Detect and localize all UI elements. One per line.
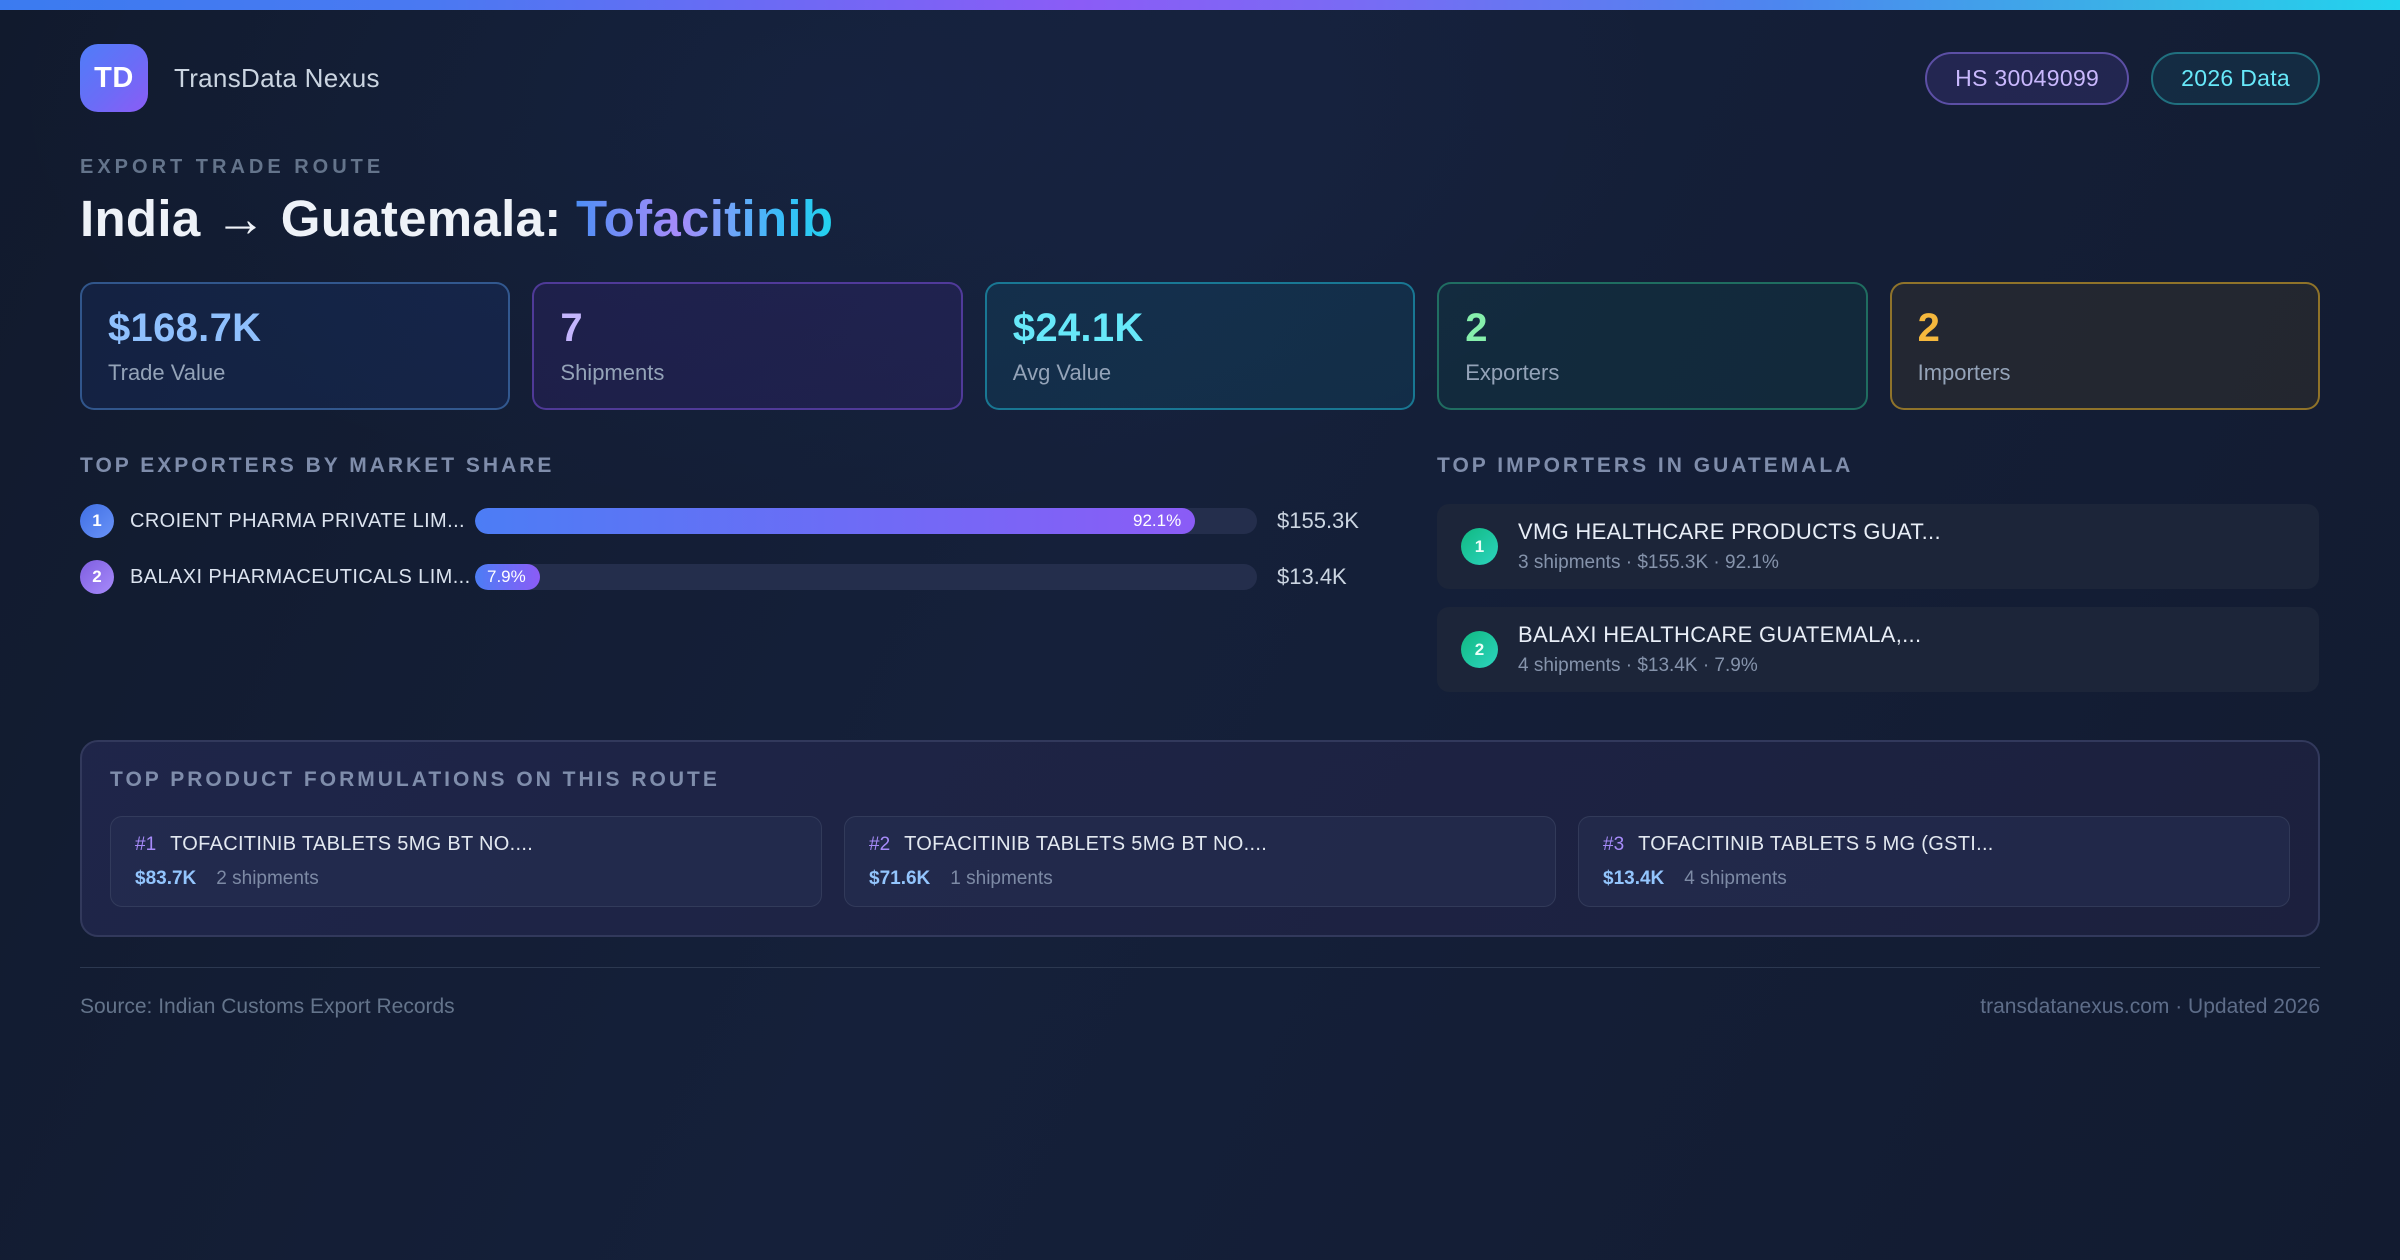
formulation-value: $13.4K — [1603, 868, 1665, 889]
importer-info: VMG HEALTHCARE PRODUCTS GUAT... 3 shipme… — [1518, 519, 1941, 574]
formulation-title-line: #1 TOFACITINIB TABLETS 5MG BT NO.... — [135, 833, 797, 856]
formulation-name: TOFACITINIB TABLETS 5MG BT NO.... — [904, 833, 1268, 855]
hs-code-badge[interactable]: HS 30049099 — [1925, 51, 2130, 105]
importers-section-title: TOP IMPORTERS IN GUATEMALA — [1437, 454, 1854, 477]
stat-value: $168.7K — [108, 306, 262, 350]
stat-value: 2 — [1917, 306, 1941, 350]
exporter-value: $13.4K — [1277, 564, 1347, 589]
market-share-bar-track: 7.9% — [475, 564, 1257, 590]
importer-name: VMG HEALTHCARE PRODUCTS GUAT... — [1518, 519, 1941, 544]
market-share-bar-fill: 92.1% — [475, 508, 1196, 534]
formulation-rank: #3 — [1603, 834, 1625, 855]
importer-card: 1 VMG HEALTHCARE PRODUCTS GUAT... 3 ship… — [1437, 504, 2319, 589]
stat-value: 2 — [1465, 306, 1488, 350]
market-share-bar-fill: 7.9% — [475, 564, 540, 590]
header-badges: HS 30049099 2026 Data — [1925, 51, 2320, 105]
formulation-title-line: #3 TOFACITINIB TABLETS 5 MG (GSTI... — [1603, 833, 2265, 856]
share-percent-label: 92.1% — [1133, 511, 1182, 530]
importer-card: 2 BALAXI HEALTHCARE GUATEMALA,... 4 ship… — [1437, 607, 2319, 692]
importer-info: BALAXI HEALTHCARE GUATEMALA,... 4 shipme… — [1518, 622, 1921, 677]
stat-label: Trade Value — [108, 360, 226, 385]
exporters-section-title: TOP EXPORTERS BY MARKET SHARE — [80, 454, 555, 477]
formulation-rank: #2 — [869, 834, 891, 855]
stat-cards-row: $168.7K Trade Value 7 Shipments $24.1K A… — [80, 282, 2320, 410]
formulation-card: #1 TOFACITINIB TABLETS 5MG BT NO.... $83… — [110, 816, 822, 907]
stat-label: Shipments — [560, 360, 665, 385]
formulation-stats-line: $71.6K 1 shipments — [869, 868, 1531, 890]
share-percent-label: 7.9% — [487, 567, 526, 586]
stat-value: 7 — [560, 306, 583, 350]
brand-logo-text: TD — [94, 61, 134, 94]
formulations-panel: TOP PRODUCT FORMULATIONS ON THIS ROUTE #… — [80, 740, 2320, 937]
importer-rank-badge: 2 — [1461, 631, 1498, 668]
footer-site: transdatanexus.com · Updated 2026 — [1980, 995, 2320, 1018]
brand: TD TransData Nexus — [80, 44, 380, 112]
importer-rank-badge: 1 — [1461, 528, 1498, 565]
eyebrow-label: EXPORT TRADE ROUTE — [80, 156, 385, 178]
route-title: India → Guatemala: — [80, 190, 576, 247]
formulation-shipments: 2 shipments — [216, 868, 319, 889]
exporter-rank-badge: 2 — [80, 560, 114, 594]
formulation-title-line: #2 TOFACITINIB TABLETS 5MG BT NO.... — [869, 833, 1531, 856]
formulation-stats-line: $83.7K 2 shipments — [135, 868, 797, 890]
formulation-card: #2 TOFACITINIB TABLETS 5MG BT NO.... $71… — [844, 816, 1556, 907]
formulation-name: TOFACITINIB TABLETS 5MG BT NO.... — [170, 833, 534, 855]
importer-meta: 3 shipments · $155.3K · 92.1% — [1518, 552, 1779, 573]
stat-card-importers: 2 Importers — [1889, 282, 2320, 410]
page-title: India → Guatemala: Tofacitinib — [80, 189, 2320, 248]
exporter-row: 1 CROIENT PHARMA PRIVATE LIM... 92.1% $1… — [80, 504, 1377, 538]
formulation-value: $83.7K — [135, 868, 197, 889]
two-column-section: TOP EXPORTERS BY MARKET SHARE 1 CROIENT … — [80, 454, 2320, 710]
year-data-badge[interactable]: 2026 Data — [2151, 51, 2320, 105]
exporter-rank-badge: 1 — [80, 504, 114, 538]
formulation-rank: #1 — [135, 834, 157, 855]
header: TD TransData Nexus HS 30049099 2026 Data — [80, 10, 2320, 112]
market-share-bar-track: 92.1% — [475, 508, 1257, 534]
formulation-stats-line: $13.4K 4 shipments — [1603, 868, 2265, 890]
footer: Source: Indian Customs Export Records tr… — [80, 967, 2320, 1019]
stat-card-shipments: 7 Shipments — [532, 282, 963, 410]
stat-label: Importers — [1917, 360, 2011, 385]
product-name: Tofacitinib — [575, 190, 834, 247]
stat-value: $24.1K — [1012, 306, 1144, 350]
formulation-value: $71.6K — [869, 868, 931, 889]
footer-source: Source: Indian Customs Export Records — [80, 995, 455, 1018]
formulations-section-title: TOP PRODUCT FORMULATIONS ON THIS ROUTE — [110, 768, 720, 791]
stat-label: Avg Value — [1012, 360, 1112, 385]
exporter-value: $155.3K — [1277, 508, 1359, 533]
exporter-name: CROIENT PHARMA PRIVATE LIM... — [130, 509, 465, 532]
exporters-section: TOP EXPORTERS BY MARKET SHARE 1 CROIENT … — [80, 454, 1377, 710]
formulation-shipments: 4 shipments — [1684, 868, 1787, 889]
exporter-name: BALAXI PHARMACEUTICALS LIM... — [130, 565, 471, 588]
stat-card-trade-value: $168.7K Trade Value — [80, 282, 511, 410]
exporter-row: 2 BALAXI PHARMACEUTICALS LIM... 7.9% $13… — [80, 560, 1377, 594]
formulation-card: #3 TOFACITINIB TABLETS 5 MG (GSTI... $13… — [1578, 816, 2290, 907]
formulation-cards-row: #1 TOFACITINIB TABLETS 5MG BT NO.... $83… — [110, 816, 2290, 907]
stat-card-avg-value: $24.1K Avg Value — [984, 282, 1416, 410]
stat-card-exporters: 2 Exporters — [1437, 282, 1868, 410]
brand-name: TransData Nexus — [174, 62, 380, 93]
importer-name: BALAXI HEALTHCARE GUATEMALA,... — [1518, 622, 1922, 647]
importer-meta: 4 shipments · $13.4K · 7.9% — [1518, 655, 1758, 676]
page-container: TD TransData Nexus HS 30049099 2026 Data… — [0, 10, 2400, 1019]
top-accent-bar — [0, 0, 2400, 10]
formulation-name: TOFACITINIB TABLETS 5 MG (GSTI... — [1638, 833, 1994, 855]
brand-logo: TD — [80, 44, 148, 112]
stat-label: Exporters — [1465, 360, 1560, 385]
importers-section: TOP IMPORTERS IN GUATEMALA 1 VMG HEALTHC… — [1437, 454, 2319, 710]
formulation-shipments: 1 shipments — [950, 868, 1053, 889]
